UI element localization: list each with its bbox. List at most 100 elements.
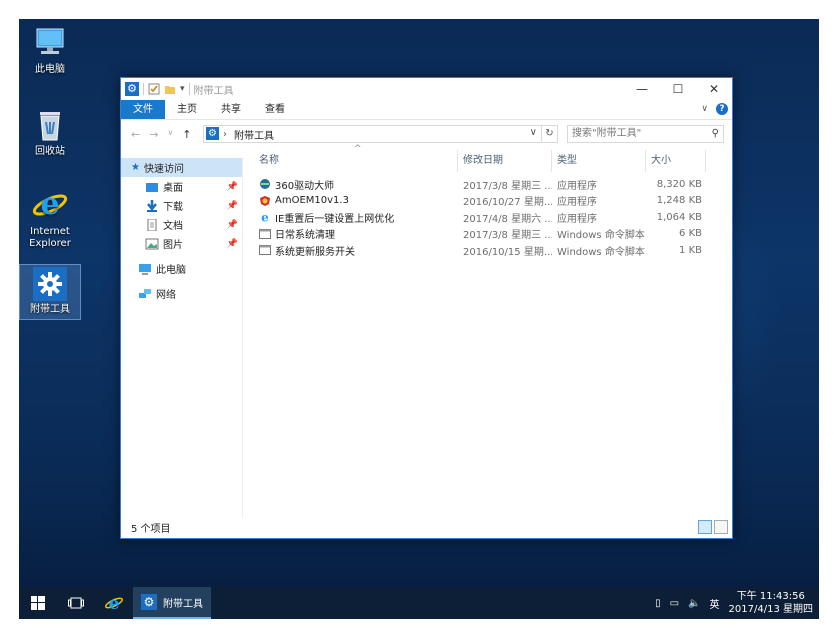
- file-type: 应用程序: [557, 180, 597, 192]
- table-row[interactable]: 日常系统清理 2017/3/8 星期三 ... Windows 命令脚本 6 K…: [254, 226, 732, 243]
- file-size: 1,248 KB: [656, 195, 702, 207]
- status-bar: 5 个项目: [121, 516, 732, 538]
- back-button[interactable]: ←: [131, 128, 140, 141]
- up-button[interactable]: ↑: [182, 128, 191, 141]
- file-date: 2017/3/8 星期三 ...: [463, 230, 552, 242]
- pin-icon[interactable]: 📌: [227, 201, 238, 211]
- desktop-icon-internet-explorer[interactable]: e Internet Explorer: [19, 187, 81, 250]
- internet-explorer-icon: e: [104, 594, 124, 613]
- navigation-buttons: ← → ∨ ↑: [121, 128, 205, 141]
- column-header-size[interactable]: 大小: [646, 150, 706, 172]
- volume-icon[interactable]: 🔈: [688, 598, 700, 609]
- clock-time: 下午 11:43:56: [736, 591, 805, 602]
- tab-home[interactable]: 主页: [165, 100, 209, 119]
- svg-text:e: e: [109, 594, 120, 613]
- quick-access-toolbar: ⚙ ▾ 附带工具: [121, 82, 234, 97]
- recent-locations-icon[interactable]: ∨: [167, 128, 173, 141]
- taskbar-explorer-window[interactable]: ⚙ 附带工具: [133, 587, 211, 619]
- details-view-button[interactable]: [698, 520, 712, 534]
- table-row[interactable]: e IE重置后一键设置上网优化 2017/4/8 星期六 ... 应用程序 1,0…: [254, 209, 732, 226]
- nav-item-label: 文档: [163, 221, 183, 232]
- explorer-window: ⚙ ▾ 附带工具 — ☐ ✕ 文件 主页 共享 查看 ∨ ? ← → ∨ ↑ ⚙…: [120, 77, 733, 539]
- nav-item-network[interactable]: 网络: [121, 284, 242, 303]
- column-header-date[interactable]: 修改日期: [458, 150, 552, 172]
- download-arrow-icon: [147, 199, 157, 212]
- nav-item-quick-access[interactable]: ★ 快速访问: [121, 158, 242, 177]
- help-icon[interactable]: ?: [716, 103, 728, 115]
- desktop-icon-recycle-bin[interactable]: 回收站: [19, 107, 81, 158]
- windows-logo-icon: [31, 596, 45, 610]
- refresh-button[interactable]: ↻: [541, 126, 557, 142]
- network-status-icon[interactable]: ▭: [670, 598, 679, 609]
- desktop: 此电脑 回收站 e Internet Explorer 附带工具 ⚙ ▾ 附带工…: [19, 19, 819, 619]
- desktop-icon-label: 此电脑: [35, 64, 65, 75]
- table-row[interactable]: AmOEM10v1.3 2016/10/27 星期... 应用程序 1,248 …: [254, 193, 732, 210]
- pin-icon[interactable]: 📌: [227, 182, 238, 192]
- nav-item-label: 图片: [163, 240, 183, 251]
- nav-item-downloads[interactable]: 下载 📌: [121, 196, 242, 215]
- taskbar-internet-explorer[interactable]: e: [95, 587, 133, 619]
- chevron-down-icon[interactable]: ∨: [530, 127, 537, 138]
- gear-icon: ⚙: [141, 594, 157, 610]
- tab-share[interactable]: 共享: [209, 100, 253, 119]
- usb-icon[interactable]: ▯: [655, 598, 661, 609]
- file-name: 系统更新服务开关: [275, 246, 355, 258]
- address-bar[interactable]: ⚙ › 附带工具 ∨ ↻: [203, 125, 558, 143]
- internet-explorer-icon: e: [32, 187, 68, 223]
- chevron-right-icon[interactable]: ›: [223, 129, 227, 140]
- window-controls: — ☐ ✕: [624, 78, 732, 100]
- task-view-icon: [68, 597, 84, 609]
- column-header-type[interactable]: 类型: [552, 150, 646, 172]
- file-name: IE重置后一键设置上网优化: [275, 213, 395, 225]
- ribbon-tabs: 文件 主页 共享 查看 ∨ ?: [121, 100, 732, 120]
- desktop-icon-label: 附带工具: [30, 304, 70, 315]
- document-icon: [147, 218, 157, 231]
- search-input[interactable]: 搜索"附带工具" ⚲: [567, 125, 724, 143]
- tab-file[interactable]: 文件: [121, 100, 165, 119]
- table-row[interactable]: 系统更新服务开关 2016/10/15 星期... Windows 命令脚本 1…: [254, 242, 732, 259]
- task-view-button[interactable]: [57, 587, 95, 619]
- start-button[interactable]: [19, 587, 57, 619]
- table-row[interactable]: 360驱动大师 2017/3/8 星期三 ... 应用程序 8,320 KB: [254, 176, 732, 193]
- gear-icon: [33, 267, 67, 301]
- file-type: Windows 命令脚本: [557, 246, 645, 258]
- nav-item-documents[interactable]: 文档 📌: [121, 215, 242, 234]
- file-size: 8,320 KB: [656, 178, 702, 190]
- tab-view[interactable]: 查看: [253, 100, 297, 119]
- ie-app-icon: e: [261, 211, 269, 223]
- forward-button[interactable]: →: [149, 128, 158, 141]
- window-title: 附带工具: [193, 85, 234, 97]
- nav-item-label: 此电脑: [156, 265, 186, 276]
- customize-toolbar-icon[interactable]: ▾: [180, 84, 185, 94]
- file-date: 2017/4/8 星期六 ...: [463, 213, 552, 225]
- minimize-button[interactable]: —: [624, 78, 660, 100]
- nav-item-this-pc[interactable]: 此电脑: [121, 259, 242, 278]
- gear-icon: ⚙: [206, 127, 219, 140]
- pin-icon[interactable]: 📌: [227, 239, 238, 249]
- nav-item-pictures[interactable]: 图片 📌: [121, 234, 242, 253]
- desktop-icon-this-pc[interactable]: 此电脑: [19, 25, 81, 76]
- oem-app-icon: [260, 195, 270, 206]
- star-icon: ★: [131, 162, 140, 173]
- nav-item-desktop[interactable]: 桌面 📌: [121, 177, 242, 196]
- file-date: 2017/3/8 星期三 ...: [463, 180, 552, 192]
- system-tray: ▯ ▭ 🔈 英 下午 11:43:56 2017/4/13 星期四: [655, 587, 813, 619]
- maximize-button[interactable]: ☐: [660, 78, 696, 100]
- title-bar[interactable]: ⚙ ▾ 附带工具 — ☐ ✕: [121, 78, 732, 100]
- gear-icon: ⚙: [125, 82, 139, 96]
- divider: [143, 83, 144, 95]
- file-name: 360驱动大师: [275, 180, 335, 192]
- new-folder-icon[interactable]: [164, 83, 176, 95]
- clock-date: 2017/4/13 星期四: [728, 604, 813, 615]
- clock[interactable]: 下午 11:43:56 2017/4/13 星期四: [729, 590, 813, 616]
- input-method-indicator[interactable]: 英: [710, 596, 720, 611]
- file-type: 应用程序: [557, 213, 597, 225]
- desktop-icon-tools-folder[interactable]: 附带工具: [19, 264, 81, 320]
- close-button[interactable]: ✕: [696, 78, 732, 100]
- taskbar-app-label: 附带工具: [163, 598, 203, 610]
- expand-ribbon-icon[interactable]: ∨: [701, 104, 708, 114]
- large-icons-view-button[interactable]: [714, 520, 728, 534]
- properties-icon[interactable]: [148, 83, 160, 95]
- pin-icon[interactable]: 📌: [227, 220, 238, 230]
- view-switcher: [698, 520, 728, 534]
